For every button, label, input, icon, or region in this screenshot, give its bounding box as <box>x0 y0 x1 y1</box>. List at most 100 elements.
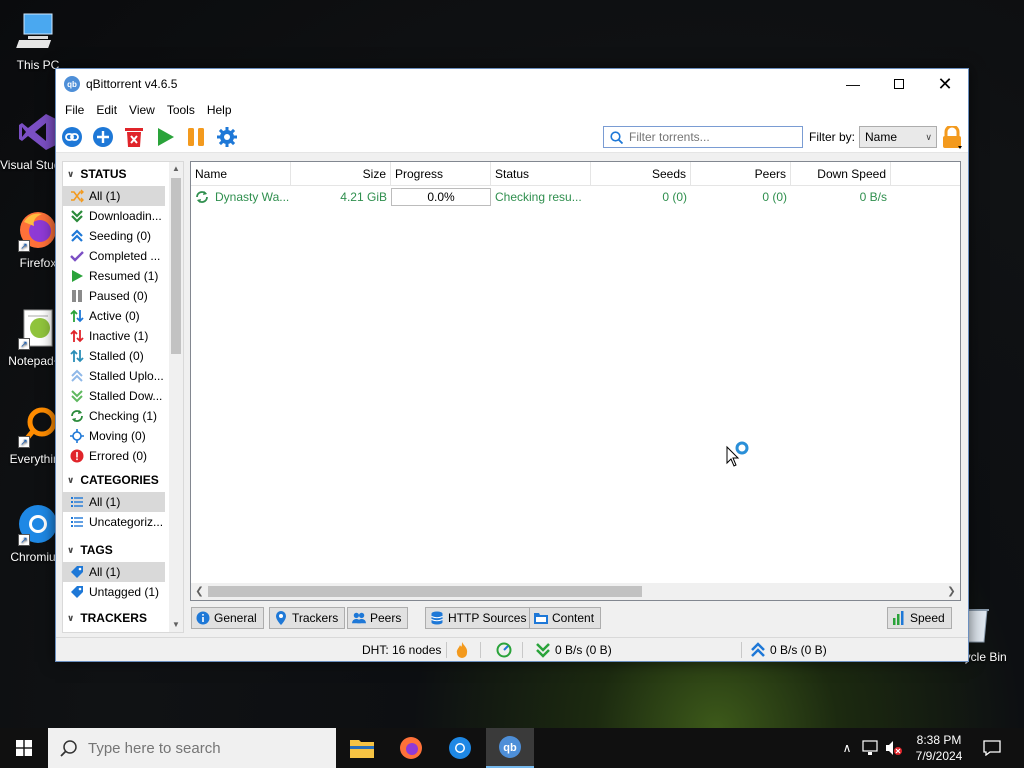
taskbar-clock[interactable]: 8:38 PM 7/9/2024 <box>904 732 974 764</box>
sidebar-status-item-7[interactable]: Inactive (1) <box>63 326 165 346</box>
menu-edit[interactable]: Edit <box>90 103 123 117</box>
torrent-list-hscrollbar[interactable]: ❮ ❯ <box>191 583 960 600</box>
sidebar-status-item-1[interactable]: Downloadin... <box>63 206 165 226</box>
taskbar-firefox[interactable] <box>387 728 435 768</box>
tab-content[interactable]: Content <box>529 607 602 629</box>
sidebar-category-item-1[interactable]: Uncategoriz... <box>63 512 165 532</box>
show-hidden-icons-button[interactable]: ∧ <box>836 728 858 768</box>
sidebar-status-item-3[interactable]: Completed ... <box>63 246 165 266</box>
column-header-down-speed[interactable]: Down Speed <box>791 162 891 186</box>
sidebar-scrollbar[interactable]: ▲ ▼ <box>169 162 183 632</box>
play-icon <box>157 127 174 146</box>
link-icon <box>61 126 82 147</box>
sidebar-status-item-10[interactable]: Stalled Dow... <box>63 386 165 406</box>
table-row[interactable]: Dynasty Wa... 4.21 GiB 0.0% Checking res… <box>191 187 960 207</box>
pause-button[interactable] <box>180 121 211 153</box>
tab-label: Speed <box>910 611 945 625</box>
sidebar-scroll-thumb[interactable] <box>171 178 181 354</box>
visual-studio-icon <box>16 110 60 154</box>
maximize-button[interactable] <box>876 69 922 99</box>
filter-by-select[interactable]: Name ∨ <box>859 126 937 148</box>
sidebar-status-item-0[interactable]: All (1) <box>63 186 165 206</box>
sidebar-status-item-8[interactable]: Stalled (0) <box>63 346 165 366</box>
scroll-left-icon[interactable]: ❮ <box>191 583 208 600</box>
filters-sidebar: ∨ STATUS All (1) Downloadin... Seeding (0)… <box>62 161 184 633</box>
upload-icon <box>69 228 85 244</box>
sidebar-status-item-12[interactable]: Moving (0) <box>63 426 165 446</box>
tab-peers[interactable]: Peers <box>347 607 409 629</box>
menu-help[interactable]: Help <box>201 103 238 117</box>
tags-section-header[interactable]: ∨ TAGS <box>63 538 183 562</box>
sidebar-status-item-5[interactable]: Paused (0) <box>63 286 165 306</box>
remove-torrent-button[interactable] <box>118 121 149 153</box>
menu-tools[interactable]: Tools <box>161 103 201 117</box>
column-header-status[interactable]: Status <box>491 162 591 186</box>
sidebar-item-label: Stalled (0) <box>89 349 144 363</box>
torrent-seeds: 0 (0) <box>662 190 687 204</box>
taskbar-chromium[interactable] <box>436 728 484 768</box>
sidebar-status-item-2[interactable]: Seeding (0) <box>63 226 165 246</box>
inactive-arrows-icon <box>69 328 85 344</box>
resume-button[interactable] <box>149 121 180 153</box>
column-header-up-speed[interactable]: Up S <box>891 162 960 186</box>
minimize-button[interactable]: — <box>830 69 876 99</box>
filter-torrents-input[interactable] <box>629 130 799 144</box>
tag-icon <box>69 564 85 580</box>
taskbar-qbittorrent[interactable]: qb <box>486 728 534 768</box>
menu-file[interactable]: File <box>59 103 90 117</box>
sidebar-tag-item-1[interactable]: Untagged (1) <box>63 582 165 602</box>
taskbar-search-input[interactable] <box>88 739 308 757</box>
network-button[interactable] <box>860 728 882 768</box>
column-header-name[interactable]: Name <box>191 162 291 186</box>
sidebar-category-item-0[interactable]: All (1) <box>63 492 165 512</box>
speed-limit-icon[interactable] <box>496 642 512 661</box>
trackers-section-header[interactable]: ∨ TRACKERS <box>63 606 183 630</box>
qbittorrent-window: qb qBittorrent v4.6.5 — ✕ File Edit View… <box>55 68 969 662</box>
sidebar-status-item-13[interactable]: Errored (0) <box>63 446 165 466</box>
database-icon <box>430 611 444 625</box>
column-header-seeds[interactable]: Seeds <box>591 162 691 186</box>
tags-header-label: TAGS <box>80 543 113 557</box>
sidebar-status-item-6[interactable]: Active (0) <box>63 306 165 326</box>
add-torrent-file-button[interactable] <box>87 121 118 153</box>
flame-icon <box>456 642 468 661</box>
start-button[interactable] <box>0 728 48 768</box>
tab-speed[interactable]: Speed <box>887 607 952 629</box>
categories-section-header[interactable]: ∨ CATEGORIES <box>63 468 183 492</box>
status-section-header[interactable]: ∨ STATUS <box>63 162 183 186</box>
action-center-button[interactable] <box>978 728 1006 768</box>
taskbar-search-box[interactable] <box>48 728 336 768</box>
tab-trackers[interactable]: Trackers <box>269 607 346 629</box>
options-button[interactable] <box>211 121 242 153</box>
network-icon <box>862 740 878 755</box>
scroll-right-icon[interactable]: ❯ <box>943 583 960 600</box>
sidebar-item-label: Uncategoriz... <box>89 515 164 529</box>
close-button[interactable]: ✕ <box>922 69 968 99</box>
add-torrent-link-button[interactable] <box>56 121 87 153</box>
title-bar[interactable]: qb qBittorrent v4.6.5 — ✕ <box>56 69 968 99</box>
column-header-size[interactable]: Size <box>291 162 391 186</box>
sidebar-status-item-11[interactable]: Checking (1) <box>63 406 165 426</box>
active-arrows-icon <box>69 308 85 324</box>
torrent-list-hscroll-thumb[interactable] <box>208 586 642 597</box>
firefox-icon: ↗ <box>16 208 60 252</box>
column-header-progress[interactable]: Progress <box>391 162 491 186</box>
torrent-progress-cell: 0.0% <box>391 188 491 206</box>
lock-button[interactable] <box>941 124 963 150</box>
tab-general[interactable]: General <box>191 607 264 629</box>
menu-view[interactable]: View <box>123 103 161 117</box>
sidebar-tag-item-0[interactable]: All (1) <box>63 562 165 582</box>
taskbar-file-explorer[interactable] <box>338 728 386 768</box>
desktop-icon-this-pc[interactable]: This PC <box>0 10 76 72</box>
volume-button[interactable] <box>883 728 905 768</box>
sidebar-status-item-9[interactable]: Stalled Uplo... <box>63 366 165 386</box>
chevron-up-icon: ∧ <box>842 741 852 755</box>
sidebar-item-label: Paused (0) <box>89 289 148 303</box>
scroll-up-icon[interactable]: ▲ <box>169 162 183 176</box>
column-header-peers[interactable]: Peers <box>691 162 791 186</box>
sidebar-status-item-4[interactable]: Resumed (1) <box>63 266 165 286</box>
scroll-down-icon[interactable]: ▼ <box>169 618 183 632</box>
tab-http-sources[interactable]: HTTP Sources <box>425 607 534 629</box>
filter-torrents-search[interactable] <box>603 126 803 148</box>
pause-icon <box>187 127 204 146</box>
